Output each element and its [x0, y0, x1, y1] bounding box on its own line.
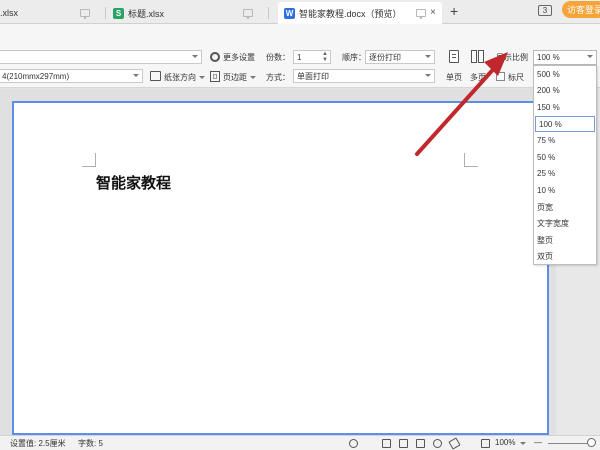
- tab-label: 标题.xlsx: [128, 8, 165, 19]
- zoom-option[interactable]: 50 %: [534, 149, 596, 166]
- ruler-checkbox[interactable]: [496, 72, 505, 81]
- outline-view-icon[interactable]: [399, 439, 408, 448]
- chevron-down-icon[interactable]: [520, 442, 526, 445]
- tab-separator: [105, 7, 106, 19]
- copies-stepper[interactable]: 1 ▲ ▼: [293, 50, 331, 64]
- more-settings-button[interactable]: 更多设置: [223, 52, 255, 63]
- eye-icon[interactable]: [349, 439, 358, 448]
- tab-active-docx[interactable]: W 智能家教程.docx（预览） ×: [278, 2, 442, 24]
- zoom-ratio-label: 显示比例: [496, 53, 528, 62]
- tab-bar: .xlsx S 标题.xlsx W 智能家教程.docx（预览） × + 3 访…: [0, 0, 600, 24]
- print-preview-toolbar: 更多设置 份数： 1 ▲ ▼ 顺序： 逐份打印 4(210mmx297mm) 纸张…: [0, 24, 600, 88]
- zoom-option[interactable]: 页宽: [534, 199, 596, 216]
- zoom-option[interactable]: 整页: [534, 232, 596, 249]
- zoom-out-button[interactable]: —: [534, 438, 542, 447]
- margin-setting-status: 设置值: 2.5厘米: [10, 439, 66, 448]
- zoom-option[interactable]: 文字宽度: [534, 215, 596, 232]
- pin-icon[interactable]: [243, 9, 253, 19]
- chevron-down-icon[interactable]: [250, 76, 256, 79]
- ruler-label: 标尺: [508, 73, 524, 82]
- tab-xlsx-1[interactable]: .xlsx: [0, 2, 18, 24]
- copies-label: 份数：: [266, 53, 290, 62]
- order-value: 逐份打印: [369, 52, 401, 62]
- chevron-down-icon: [587, 55, 593, 58]
- pin-icon[interactable]: [416, 9, 426, 19]
- window-count-badge[interactable]: 3: [538, 5, 552, 16]
- chevron-down-icon[interactable]: [199, 76, 205, 79]
- chevron-down-icon: [192, 55, 198, 58]
- order-select[interactable]: 逐份打印: [365, 50, 435, 64]
- paper-size-value: 4(210mmx297mm): [2, 71, 70, 81]
- chevron-down-icon: [425, 55, 431, 58]
- margins-button[interactable]: 页边距: [223, 72, 247, 83]
- zoom-slider-thumb[interactable]: [587, 438, 596, 447]
- paper-orientation-icon[interactable]: [150, 71, 161, 81]
- margin-corner-mark: [464, 153, 478, 167]
- tab-title-xlsx[interactable]: S 标题.xlsx: [113, 2, 164, 24]
- fit-screen-icon[interactable]: [481, 439, 490, 448]
- zoom-status[interactable]: 100%: [495, 438, 515, 447]
- zoom-option[interactable]: 双页: [534, 249, 596, 266]
- print-method-value: 单面打印: [297, 71, 329, 81]
- zoom-option-selected[interactable]: 100 %: [535, 115, 595, 133]
- docx-icon: W: [284, 7, 295, 19]
- zoom-value: 100 %: [537, 53, 560, 62]
- document-title: 智能家教程: [96, 174, 172, 192]
- web-view-icon[interactable]: [433, 439, 442, 448]
- xlsx-icon: S: [113, 7, 124, 19]
- new-tab-button[interactable]: +: [450, 3, 458, 19]
- zoom-select[interactable]: 100 %: [533, 50, 597, 65]
- tab-label: 智能家教程.docx（预览）: [299, 8, 402, 19]
- status-bar: 设置值: 2.5厘米 字数: 5 100% —: [0, 435, 600, 450]
- multi-page-icon[interactable]: [471, 50, 485, 63]
- tab-label: .xlsx: [0, 8, 18, 18]
- pen-icon[interactable]: [448, 437, 461, 450]
- page-view-icon[interactable]: [382, 439, 391, 448]
- order-label: 顺序：: [342, 53, 366, 62]
- chevron-down-icon: [425, 74, 431, 77]
- margins-icon[interactable]: [210, 71, 220, 82]
- single-page-icon[interactable]: [449, 50, 459, 63]
- close-icon[interactable]: ×: [430, 7, 436, 18]
- pin-icon[interactable]: [80, 9, 90, 19]
- gear-icon[interactable]: [210, 52, 220, 62]
- zoom-option[interactable]: 500 %: [534, 66, 596, 83]
- zoom-option[interactable]: 10 %: [534, 182, 596, 199]
- zoom-option[interactable]: 75 %: [534, 132, 596, 149]
- document-page: [12, 101, 549, 435]
- word-count-status: 字数: 5: [78, 439, 103, 448]
- reading-view-icon[interactable]: [416, 439, 425, 448]
- visitor-login-button[interactable]: 访客登录: [562, 1, 600, 18]
- print-method-select[interactable]: 单面打印: [293, 69, 435, 83]
- paper-orientation-button[interactable]: 纸张方向: [164, 72, 196, 83]
- stepper-arrows-icon[interactable]: ▲ ▼: [322, 51, 328, 63]
- print-method-label: 方式：: [266, 73, 290, 82]
- margin-corner-mark: [82, 153, 96, 167]
- printer-select[interactable]: [0, 50, 202, 64]
- tab-separator: [268, 7, 269, 19]
- multi-page-button[interactable]: 多页: [470, 72, 486, 83]
- copies-value: 1: [297, 52, 302, 62]
- zoom-option[interactable]: 200 %: [534, 83, 596, 100]
- paper-size-select[interactable]: 4(210mmx297mm): [0, 69, 143, 83]
- zoom-slider-track[interactable]: [548, 443, 592, 444]
- zoom-option[interactable]: 25 %: [534, 166, 596, 183]
- zoom-dropdown-list: 500 % 200 % 150 % 100 % 75 % 50 % 25 % 1…: [533, 65, 597, 265]
- zoom-option[interactable]: 150 %: [534, 99, 596, 116]
- chevron-down-icon: [133, 74, 139, 77]
- single-page-button[interactable]: 单页: [446, 72, 462, 83]
